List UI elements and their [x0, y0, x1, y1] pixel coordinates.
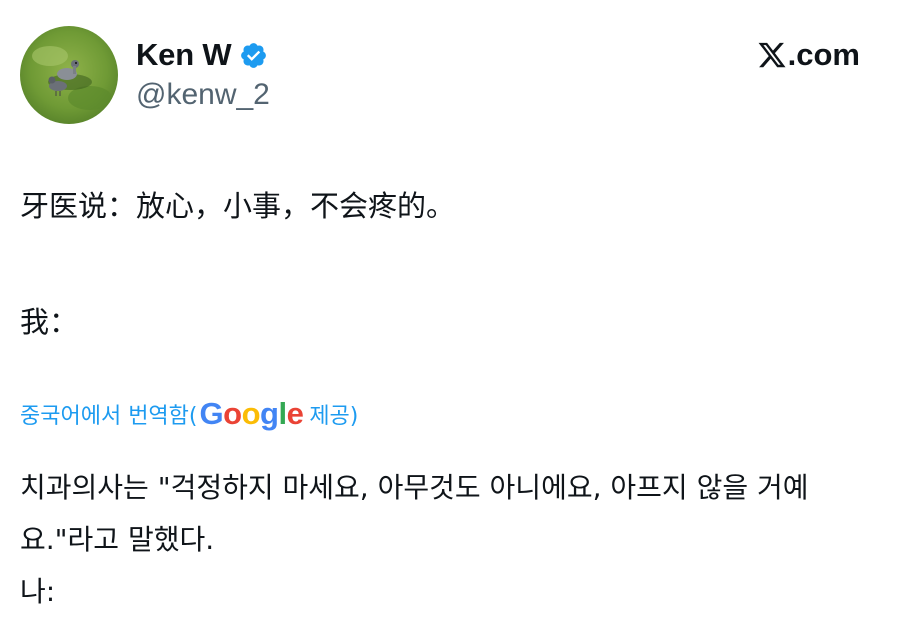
translation-credit-suffix: 제공) [309, 404, 359, 429]
author-name-row: Ken W [136, 34, 268, 76]
x-logo-icon [758, 42, 786, 68]
translation-credit[interactable]: 중국어에서 번역함( Google 제공) [20, 394, 358, 434]
avatar-image [20, 26, 118, 124]
translated-text-line-2: 나: [20, 575, 56, 608]
author-handle[interactable]: @kenw_2 [136, 78, 270, 112]
tweet-text: 牙医说：放心，小事，不会疼的。 我： [20, 186, 880, 342]
translation-credit-prefix: 중국어에서 번역함( [20, 404, 198, 429]
avatar[interactable] [20, 26, 118, 124]
brand-logo[interactable]: .com [757, 34, 860, 76]
tweet-card: Ken W @kenw_2 .com 牙医说：放心，小事，不会疼的。 我： 중국… [0, 0, 900, 634]
author-display-name[interactable]: Ken W [136, 37, 232, 73]
translated-text-line-1: 치과의사는 "걱정하지 마세요, 아무것도 아니에요, 아프지 않을 거예요."… [20, 471, 809, 556]
tweet-text-line-1: 牙医说：放心，小事，不会疼的。 [20, 189, 456, 223]
google-logo: Google [199, 396, 304, 431]
brand-domain-text: .com [787, 37, 860, 72]
translated-text: 치과의사는 "걱정하지 마세요, 아무것도 아니에요, 아프지 않을 거예요."… [20, 462, 880, 612]
verified-badge-icon [241, 42, 267, 68]
tweet-text-line-2: 我： [20, 305, 79, 339]
